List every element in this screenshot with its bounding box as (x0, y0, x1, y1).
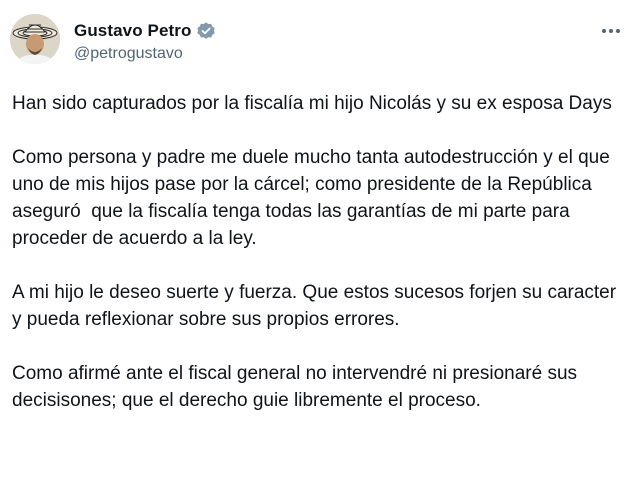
tweet-text: Han sido capturados por la fiscalía mi h… (12, 90, 624, 414)
tweet-paragraph: Como afirmé ante el fiscal general no in… (12, 363, 583, 411)
avatar-image (10, 14, 60, 64)
author-display-name[interactable]: Gustavo Petro (74, 21, 192, 41)
more-dots-svg (602, 29, 620, 33)
author-handle[interactable]: @petrogustavo (74, 45, 183, 63)
tweet-card: Gustavo Petro @petrogustavo Han sido cap… (0, 0, 637, 484)
tweet-paragraph: A mi hijo le deseo suerte y fuerza. Que … (12, 282, 622, 330)
avatar[interactable] (10, 14, 60, 64)
tweet-paragraph: Han sido capturados por la fiscalía mi h… (12, 93, 612, 114)
verified-badge-icon[interactable] (196, 21, 216, 41)
more-options-icon[interactable] (599, 20, 623, 42)
verified-badge-svg (196, 22, 215, 39)
author-name-row[interactable]: Gustavo Petro (74, 19, 216, 43)
tweet-paragraph: Como persona y padre me duele mucho tant… (12, 147, 616, 249)
